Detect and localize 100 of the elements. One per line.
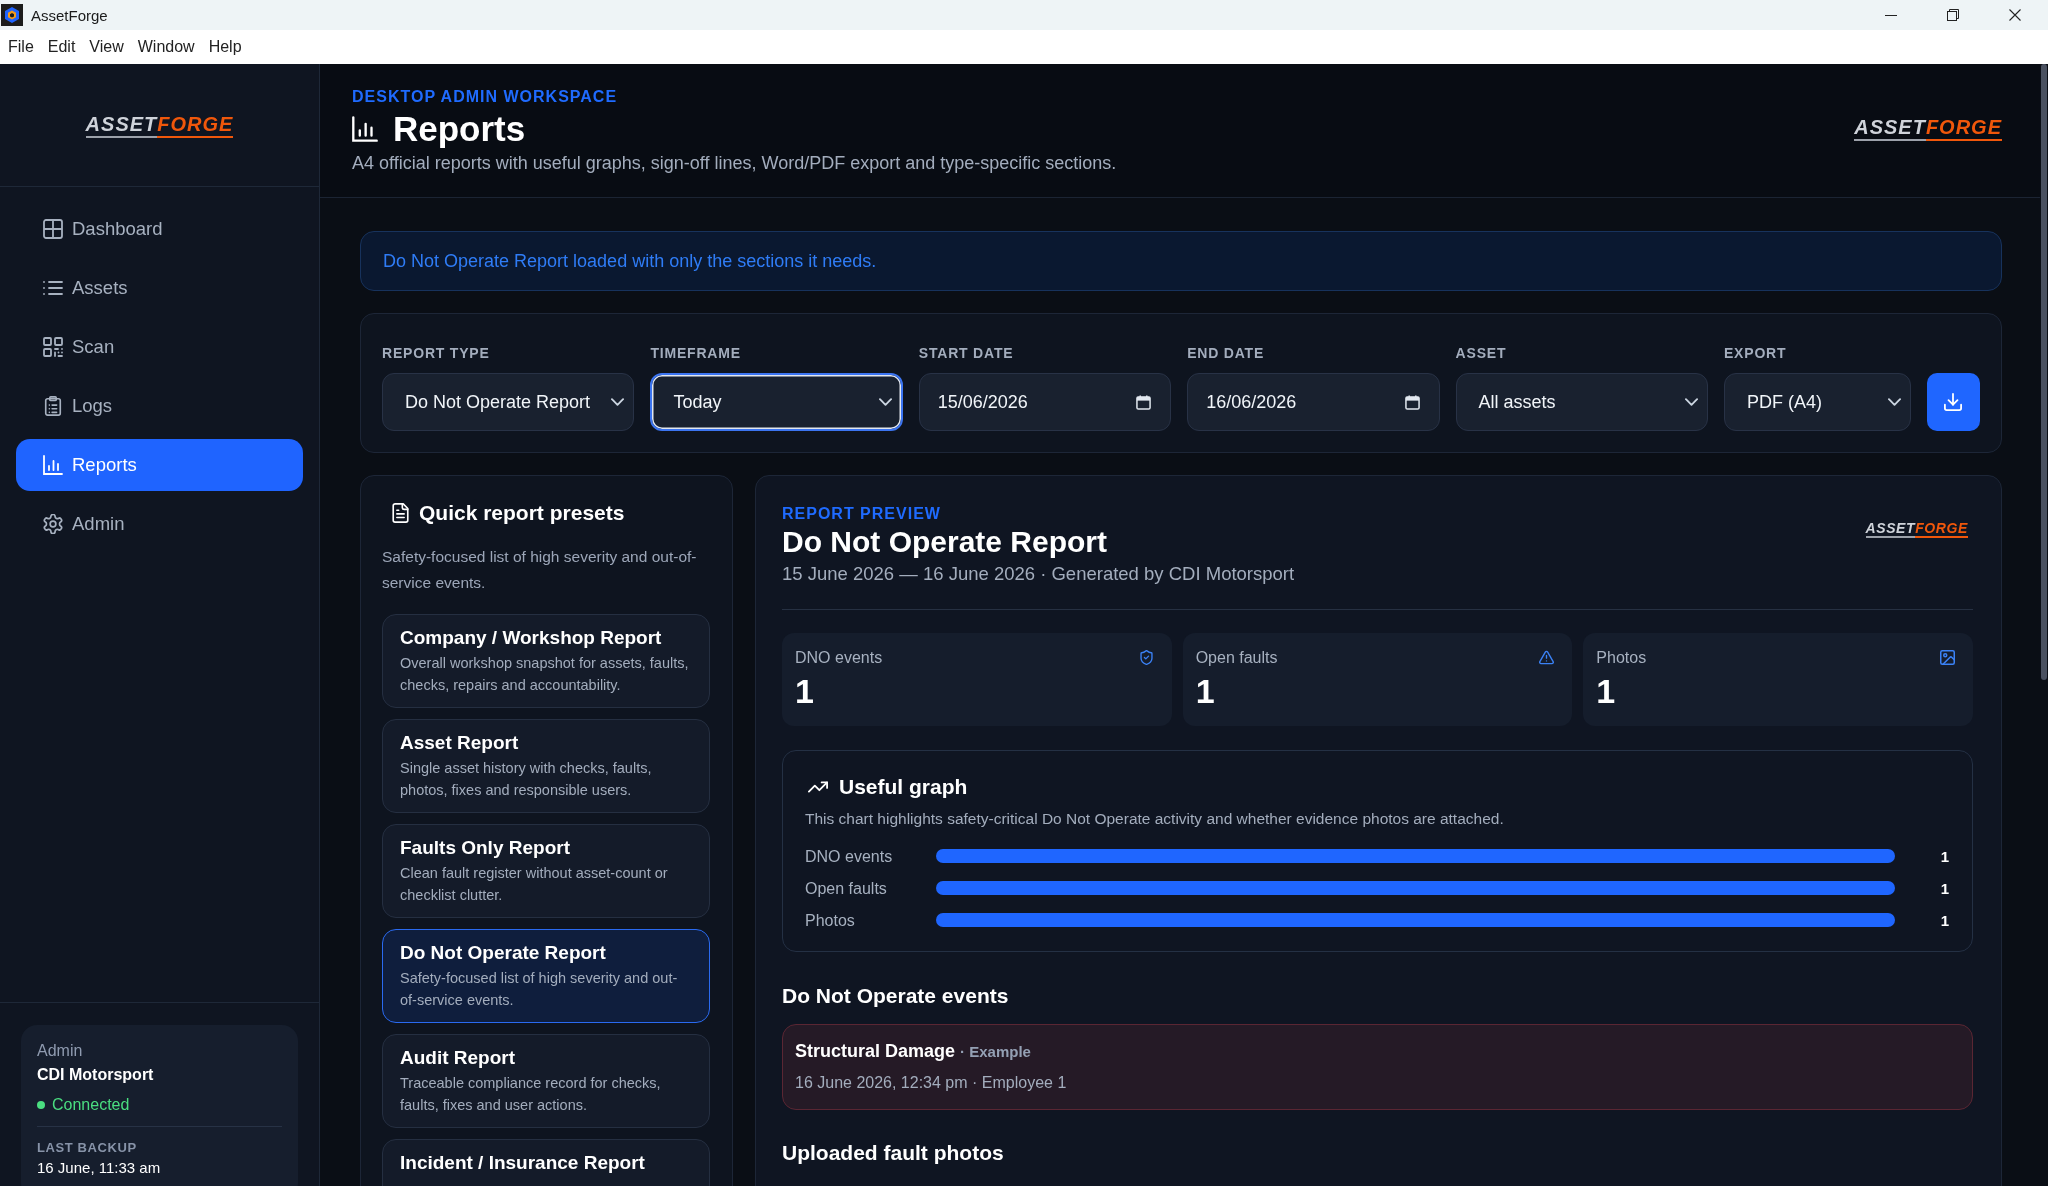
minimize-icon[interactable] [1885, 14, 1897, 16]
nav-item[interactable]: Scan [16, 321, 303, 373]
brand-logo: ASSETFORGE [1854, 116, 2002, 141]
preset-description: Traceable compliance record for checks, faults, fixes and user actions. [400, 1074, 662, 1115]
nav-item[interactable]: Assets [16, 262, 303, 314]
field-label: REPORT TYPE [382, 344, 490, 362]
section-heading: Do Not Operate events [782, 983, 1010, 1009]
date-field[interactable]: 16/06/2026 [1187, 373, 1440, 431]
chevron-down-icon [1888, 398, 1901, 406]
preset-description: Overall workshop snapshot for assets, faults, checks, repairs and accountability. [400, 654, 690, 695]
brand-logo: ASSETFORGE [85, 112, 234, 138]
nav-item[interactable]: Admin [16, 498, 303, 550]
panel-title: Quick report presets [419, 501, 625, 525]
select-field[interactable]: All assets [1455, 373, 1708, 431]
account-role: Admin [37, 1041, 83, 1061]
preview-label: REPORT PREVIEW [782, 504, 941, 524]
section-heading: Uploaded fault photos [782, 1140, 1005, 1166]
brand-logo: ASSETFORGE [1865, 520, 1968, 539]
preset-description: Safety-focused list of high severity and out-of-service events. [400, 969, 679, 1010]
value-label: 1 [1940, 911, 1949, 929]
preset-card[interactable]: Audit Report Traceable compliance record for checks, faults, fixes and user actions. [382, 1034, 710, 1128]
calendar-icon [1136, 394, 1152, 410]
preset-title: Faults Only Report [400, 836, 570, 860]
report-meta: 15 June 2026 — 16 June 2026 · Generated by CDI Motorsport [782, 562, 1295, 586]
preset-title: Company / Workshop Report [400, 626, 662, 650]
app-icon [1, 4, 23, 26]
nav-item[interactable]: Logs [16, 380, 303, 432]
preset-description: Single asset history with checks, faults, photos, fixes and responsible users. [400, 759, 653, 800]
stat-value: 1 [1596, 671, 1616, 711]
preset-title: Asset Report [400, 731, 519, 755]
bar-chart-icon [352, 116, 378, 142]
preset-card[interactable]: Incident / Insurance Report [382, 1139, 710, 1186]
preset-description: Clean fault register without asset-count or checklist clutter. [400, 864, 669, 905]
select-field[interactable]: Do Not Operate Report [382, 373, 635, 431]
account-name: CDI Motorsport [37, 1065, 154, 1085]
chevron-down-icon [1685, 398, 1698, 406]
panel-description: Safety-focused list of high severity and out-of-service events. [382, 547, 698, 593]
bar-chart-icon [43, 455, 63, 475]
image-icon [1940, 650, 1955, 665]
nav-item[interactable]: Reports [16, 439, 303, 491]
menu-item[interactable]: Edit [47, 38, 76, 56]
grid-icon [43, 219, 63, 239]
backup-time: 16 June, 11:33 am [37, 1158, 161, 1178]
backup-label: LAST BACKUP [37, 1139, 137, 1157]
chevron-down-icon [611, 398, 625, 406]
event-meta: 16 June 2026, 12:34 pm · Employee 1 [795, 1073, 1067, 1093]
stat-value: 1 [1195, 671, 1215, 711]
trending-up-icon [808, 781, 828, 793]
document-icon [392, 503, 409, 523]
list-icon [43, 278, 63, 298]
workspace-label: DESKTOP ADMIN WORKSPACE [352, 87, 618, 107]
preset-card[interactable]: Company / Workshop Report Overall workshop snapshot for assets, faults, checks, repairs and accountability. [382, 614, 710, 708]
field-label: ASSET [1455, 344, 1507, 362]
event-title: Structural Damage [795, 1041, 956, 1062]
clipboard-icon [43, 396, 63, 416]
settings-icon [43, 514, 63, 534]
field-label: END DATE [1187, 344, 1265, 362]
page-subtitle: A4 official reports with useful graphs, sign-off lines, Word/PDF export and type-specific sections. [352, 152, 1117, 175]
page-title: Reports [393, 108, 526, 150]
select-field[interactable]: PDF (A4) [1724, 373, 1911, 431]
notice-banner: Do Not Operate Report loaded with only the sections it needs. [360, 231, 2002, 291]
category-label: Open faults [805, 879, 887, 897]
download-icon [1944, 393, 1963, 411]
scrollbar-thumb[interactable] [2041, 64, 2047, 680]
preset-title: Incident / Insurance Report [400, 1151, 645, 1175]
restore-icon[interactable] [1947, 9, 1959, 21]
preset-title: Audit Report [400, 1046, 516, 1070]
report-title: Do Not Operate Report [782, 524, 1108, 560]
chevron-down-icon [878, 398, 892, 406]
category-label: DNO events [805, 847, 893, 865]
preset-card[interactable]: Faults Only Report Clean fault register without asset-count or checklist clutter. [382, 824, 710, 918]
calendar-icon [1404, 394, 1420, 410]
field-label: EXPORT [1724, 344, 1787, 362]
preset-title: Do Not Operate Report [400, 941, 606, 965]
graph-title: Useful graph [839, 775, 968, 799]
menu-item[interactable]: Window [137, 38, 195, 56]
field-label: START DATE [918, 344, 1014, 362]
stat-label: DNO events [795, 648, 883, 668]
download-button[interactable] [1927, 373, 1980, 431]
menu-item[interactable]: Help [208, 38, 242, 56]
preset-card[interactable]: Asset Report Single asset history with checks, faults, photos, fixes and responsible users. [382, 719, 710, 813]
select-field[interactable]: Today [650, 373, 903, 431]
menu-item[interactable]: File [8, 38, 34, 56]
warning-icon [1539, 650, 1555, 665]
stat-label: Photos [1596, 648, 1647, 668]
preset-card[interactable]: Do Not Operate Report Safety-focused list of high severity and out-of-service events. [382, 929, 710, 1023]
window-title: AssetForge [31, 6, 108, 24]
graph-description: This chart highlights safety-critical Do Not Operate activity and whether evidence photos are attached. [805, 809, 1505, 829]
menu-item[interactable]: View [89, 38, 124, 56]
connection-status: Connected [52, 1096, 130, 1114]
nav-item[interactable]: Dashboard [16, 203, 303, 255]
field-label: TIMEFRAME [650, 344, 741, 362]
qr-code-icon [43, 337, 63, 357]
value-label: 1 [1940, 879, 1949, 897]
value-label: 1 [1940, 847, 1949, 865]
date-field[interactable]: 15/06/2026 [918, 373, 1172, 431]
close-icon[interactable] [2009, 9, 2021, 21]
event-asset: · Example [960, 1043, 1031, 1060]
stat-label: Open faults [1195, 648, 1278, 668]
stat-value: 1 [795, 671, 814, 711]
